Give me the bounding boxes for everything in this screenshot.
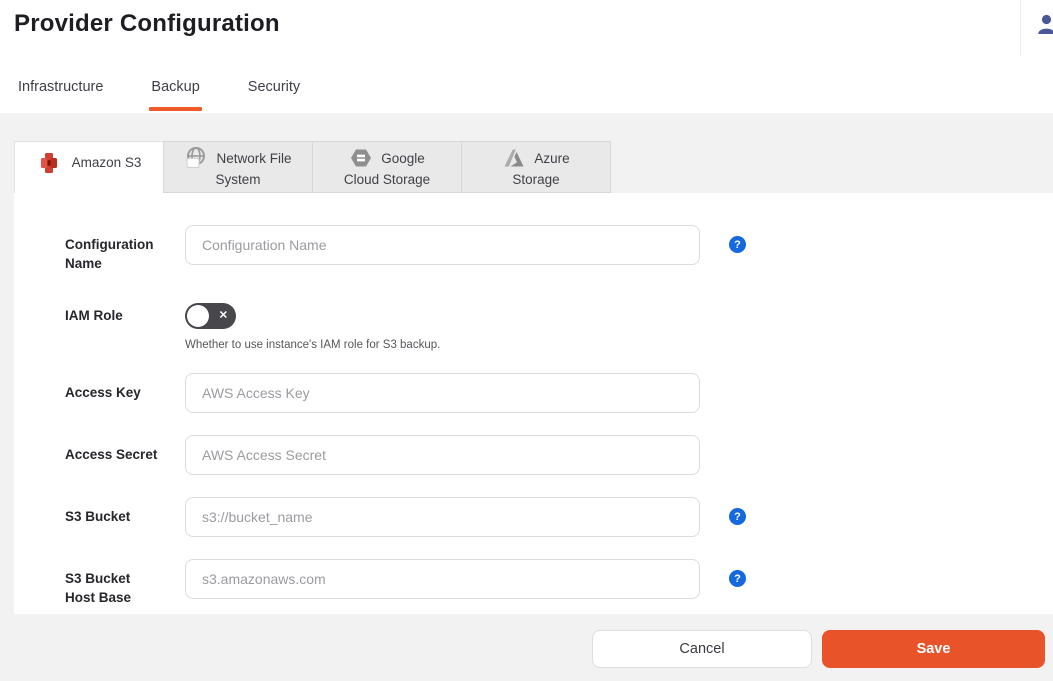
provider-tab-amazon-s3[interactable]: Amazon S3 bbox=[14, 141, 164, 194]
s3-bucket-host-base-help-icon[interactable] bbox=[729, 570, 746, 587]
s3-bucket-host-base-label: S3 Bucket Host Base bbox=[65, 571, 132, 605]
configuration-name-label: Configuration Name bbox=[65, 237, 154, 271]
provider-tab-label: Amazon S3 bbox=[71, 155, 142, 170]
amazon-s3-icon bbox=[37, 151, 61, 175]
s3-bucket-host-base-input[interactable] bbox=[185, 559, 700, 599]
form-row-configuration-name: Configuration Name bbox=[65, 225, 1053, 273]
s3-bucket-input[interactable] bbox=[185, 497, 700, 537]
provider-tab-label: Network File bbox=[216, 150, 292, 166]
access-key-label: Access Key bbox=[65, 385, 141, 400]
toggle-knob bbox=[187, 305, 209, 327]
provider-tabs: Amazon S3 Network File System Google Clo… bbox=[14, 141, 611, 194]
header: Provider Configuration Infrastructure Ba… bbox=[0, 0, 1053, 113]
s3-bucket-help-icon[interactable] bbox=[729, 508, 746, 525]
access-secret-label: Access Secret bbox=[65, 447, 158, 462]
google-cloud-storage-icon bbox=[349, 146, 373, 170]
provider-tab-label-line2: System bbox=[215, 172, 261, 187]
form-row-access-key: Access Key bbox=[65, 373, 1053, 413]
tab-backup[interactable]: Backup bbox=[149, 79, 203, 111]
user-icon[interactable] bbox=[1036, 13, 1053, 35]
iam-role-label: IAM Role bbox=[65, 308, 123, 323]
access-key-input[interactable] bbox=[185, 373, 700, 413]
form-row-iam-role: IAM Role Whether to use instance's IAM r… bbox=[65, 303, 1053, 351]
form-row-s3-bucket: S3 Bucket bbox=[65, 497, 1053, 537]
provider-tab-label-line2: Cloud Storage bbox=[343, 172, 431, 187]
provider-tab-label: Azure bbox=[534, 150, 570, 166]
toggle-off-x-icon bbox=[219, 311, 228, 322]
azure-storage-icon bbox=[502, 146, 526, 170]
provider-tab-azure-storage[interactable]: Azure Storage bbox=[461, 141, 611, 193]
iam-role-help-text: Whether to use instance's IAM role for S… bbox=[185, 339, 441, 351]
nav-tabs: Infrastructure Backup Security bbox=[16, 79, 302, 111]
configuration-name-input[interactable] bbox=[185, 225, 700, 265]
network-file-system-icon bbox=[184, 146, 208, 170]
form-row-s3-bucket-host-base: S3 Bucket Host Base bbox=[65, 559, 1053, 607]
page-title: Provider Configuration bbox=[14, 10, 280, 37]
provider-tab-network-file-system[interactable]: Network File System bbox=[163, 141, 313, 193]
form-row-access-secret: Access Secret bbox=[65, 435, 1053, 475]
header-divider bbox=[1020, 0, 1021, 56]
cancel-button[interactable]: Cancel bbox=[592, 630, 812, 668]
iam-role-toggle[interactable] bbox=[185, 303, 236, 329]
s3-bucket-label: S3 Bucket bbox=[65, 509, 131, 524]
tab-security[interactable]: Security bbox=[246, 79, 302, 111]
provider-tab-label-line2: Storage bbox=[512, 172, 560, 187]
footer-actions: Cancel Save bbox=[0, 614, 1053, 681]
configuration-name-help-icon[interactable] bbox=[729, 236, 746, 253]
tab-infrastructure[interactable]: Infrastructure bbox=[16, 79, 105, 111]
provider-tab-label: Google bbox=[381, 150, 425, 166]
provider-tab-google-cloud-storage[interactable]: Google Cloud Storage bbox=[312, 141, 462, 193]
form-panel: Configuration Name IAM Role Whether to u… bbox=[14, 193, 1053, 614]
access-secret-input[interactable] bbox=[185, 435, 700, 475]
save-button[interactable]: Save bbox=[822, 630, 1045, 668]
